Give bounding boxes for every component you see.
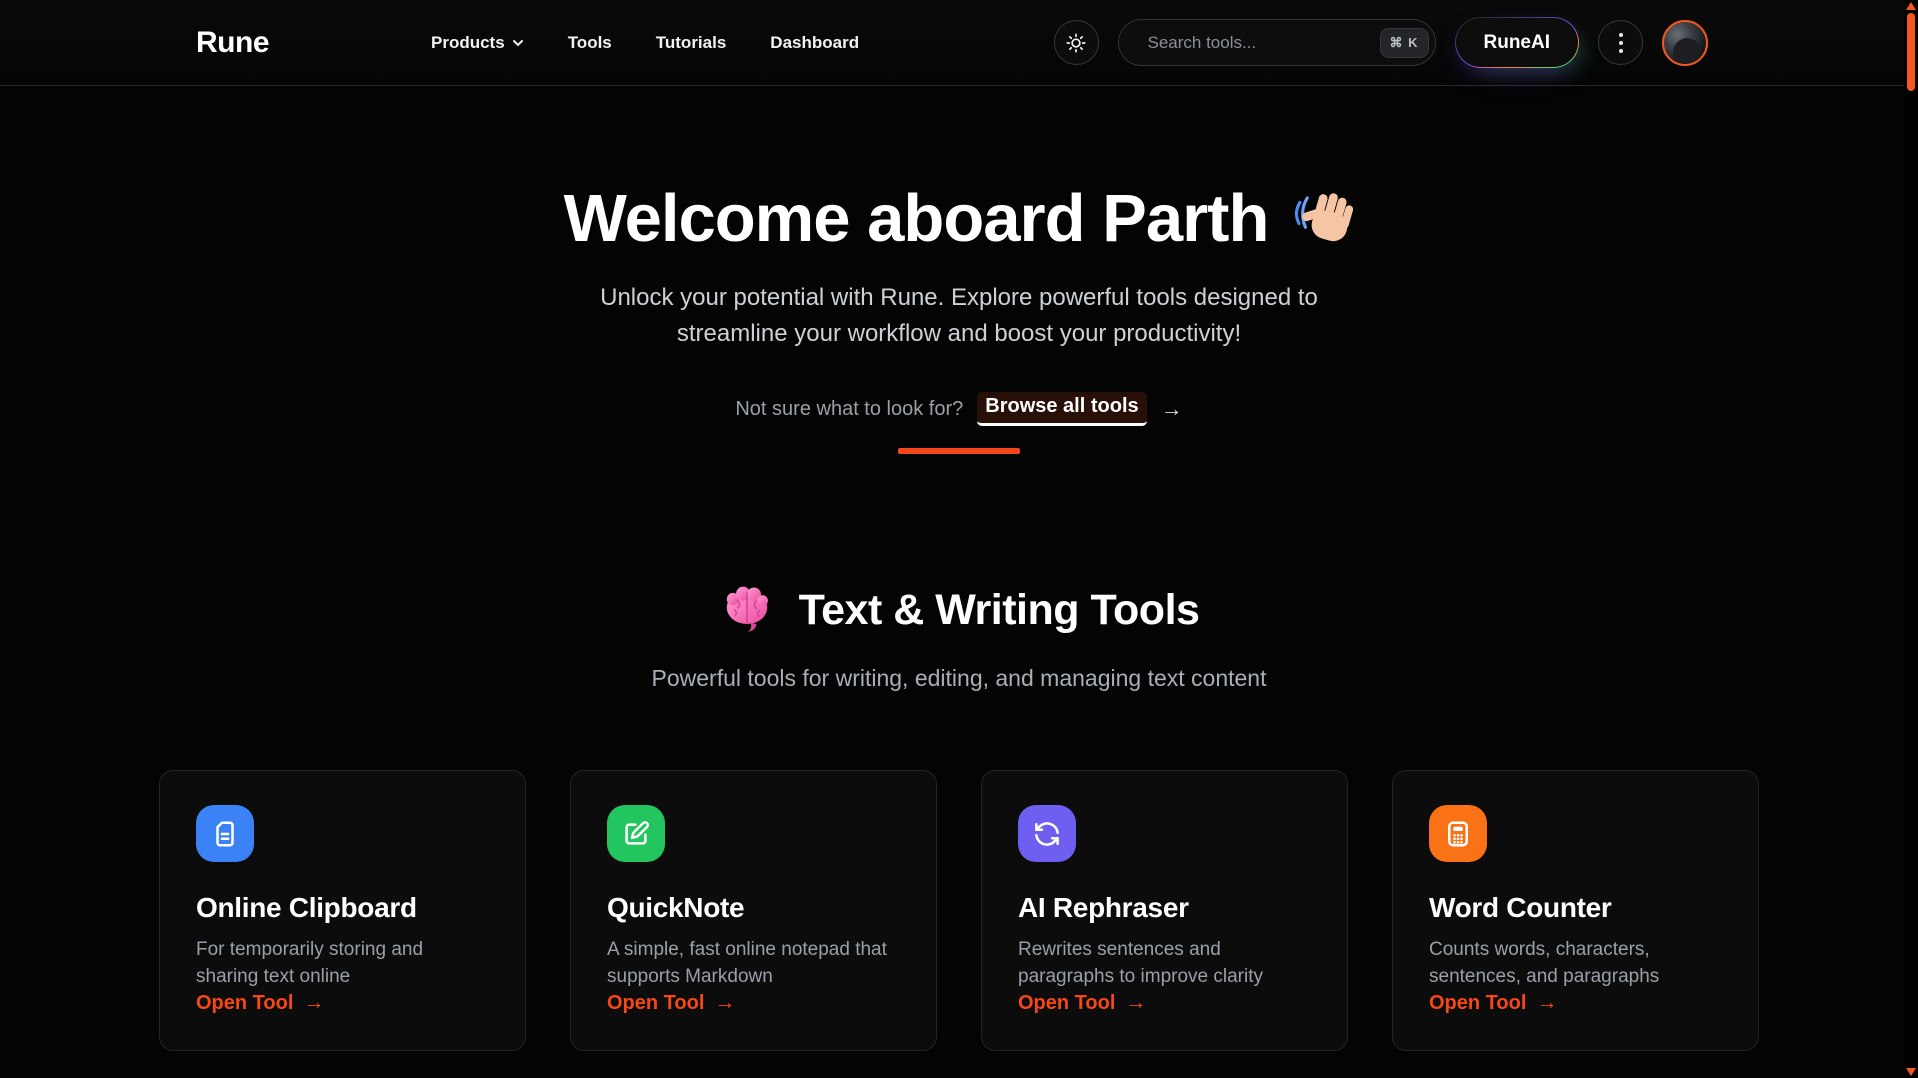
tool-card-title: AI Rephraser (1018, 892, 1311, 924)
browse-tools-row: Not sure what to look for? Browse all to… (0, 392, 1918, 426)
navbar-actions: ⌘ K RuneAI (1054, 17, 1709, 68)
tool-card-description: A simple, fast online notepad that suppo… (607, 937, 900, 991)
nav-item-tools[interactable]: Tools (568, 33, 612, 53)
scrollbar[interactable] (1904, 0, 1918, 1078)
nav-item-products[interactable]: Products (431, 33, 524, 53)
edit-icon (607, 805, 665, 862)
scrollbar-up-arrow[interactable] (1906, 2, 1916, 10)
arrow-right-icon: → (714, 991, 735, 1015)
sync-icon (1018, 805, 1076, 862)
kebab-menu-icon (1619, 33, 1623, 53)
nav-item-label: Tutorials (656, 33, 727, 53)
open-tool-label: Open Tool (607, 992, 704, 1015)
scrollbar-down-arrow[interactable] (1906, 1068, 1916, 1076)
tool-card-word-counter[interactable]: Word Counter Counts words, characters, s… (1392, 770, 1759, 1051)
tool-card-online-clipboard[interactable]: Online Clipboard For temporarily storing… (159, 770, 526, 1051)
theme-toggle-button[interactable] (1054, 20, 1099, 65)
hero-section: Welcome aboard Parth Unlock your potenti… (0, 86, 1918, 454)
runeai-label: RuneAI (1484, 32, 1551, 54)
brain-icon (719, 582, 775, 638)
tool-card-description: Rewrites sentences and paragraphs to imp… (1018, 937, 1311, 991)
waving-hand-icon (1288, 186, 1354, 252)
navbar: Rune Products Tools Tutorials Dashboard (0, 0, 1918, 86)
runeai-button[interactable]: RuneAI (1455, 17, 1580, 68)
nav-item-label: Tools (568, 33, 612, 53)
category-section-header: Text & Writing Tools Powerful tools for … (0, 582, 1918, 692)
arrow-right-icon: → (1125, 991, 1146, 1015)
scrollbar-thumb[interactable] (1907, 13, 1915, 91)
tool-card-title: QuickNote (607, 892, 900, 924)
category-title-row: Text & Writing Tools (719, 582, 1200, 638)
category-subtitle: Powerful tools for writing, editing, and… (0, 665, 1918, 692)
nav-item-label: Dashboard (770, 33, 859, 53)
open-tool-link[interactable]: Open Tool → (1429, 991, 1722, 1015)
hero-subtitle: Unlock your potential with Rune. Explore… (569, 280, 1349, 352)
search-input[interactable] (1148, 33, 1369, 53)
overflow-menu-button[interactable] (1598, 20, 1643, 65)
tool-card-title: Word Counter (1429, 892, 1722, 924)
category-title: Text & Writing Tools (799, 586, 1200, 635)
arrow-right-icon: → (1536, 991, 1557, 1015)
open-tool-link[interactable]: Open Tool → (196, 991, 489, 1015)
tool-card-title: Online Clipboard (196, 892, 489, 924)
search-bar[interactable]: ⌘ K (1118, 19, 1436, 66)
tool-card-quicknote[interactable]: QuickNote A simple, fast online notepad … (570, 770, 937, 1051)
open-tool-link[interactable]: Open Tool → (1018, 991, 1311, 1015)
primary-nav: Products Tools Tutorials Dashboard (431, 33, 859, 53)
nav-item-label: Products (431, 33, 505, 53)
document-icon (196, 805, 254, 862)
open-tool-label: Open Tool (1429, 992, 1526, 1015)
chevron-down-icon (512, 37, 524, 49)
tool-card-description: Counts words, characters, sentences, and… (1429, 937, 1722, 991)
search-shortcut-badge: ⌘ K (1380, 28, 1429, 58)
open-tool-label: Open Tool (1018, 992, 1115, 1015)
open-tool-link[interactable]: Open Tool → (607, 991, 900, 1015)
browse-all-tools-link[interactable]: Browse all tools (977, 392, 1146, 426)
tool-card-description: For temporarily storing and sharing text… (196, 937, 489, 991)
nav-item-tutorials[interactable]: Tutorials (656, 33, 727, 53)
browse-prompt: Not sure what to look for? (735, 398, 963, 421)
rune-logo[interactable]: Rune (196, 26, 269, 60)
user-avatar[interactable] (1662, 20, 1708, 66)
hero-title: Welcome aboard Parth (564, 184, 1269, 254)
arrow-right-icon[interactable]: → (1161, 396, 1183, 422)
nav-item-dashboard[interactable]: Dashboard (770, 33, 859, 53)
hero-title-row: Welcome aboard Parth (564, 184, 1355, 254)
calculator-icon (1429, 805, 1487, 862)
tool-card-ai-rephraser[interactable]: AI Rephraser Rewrites sentences and para… (981, 770, 1348, 1051)
arrow-right-icon: → (303, 991, 324, 1015)
open-tool-label: Open Tool (196, 992, 293, 1015)
tool-card-grid: Online Clipboard For temporarily storing… (159, 770, 1759, 1051)
accent-divider (898, 448, 1020, 454)
sun-icon (1065, 32, 1087, 54)
